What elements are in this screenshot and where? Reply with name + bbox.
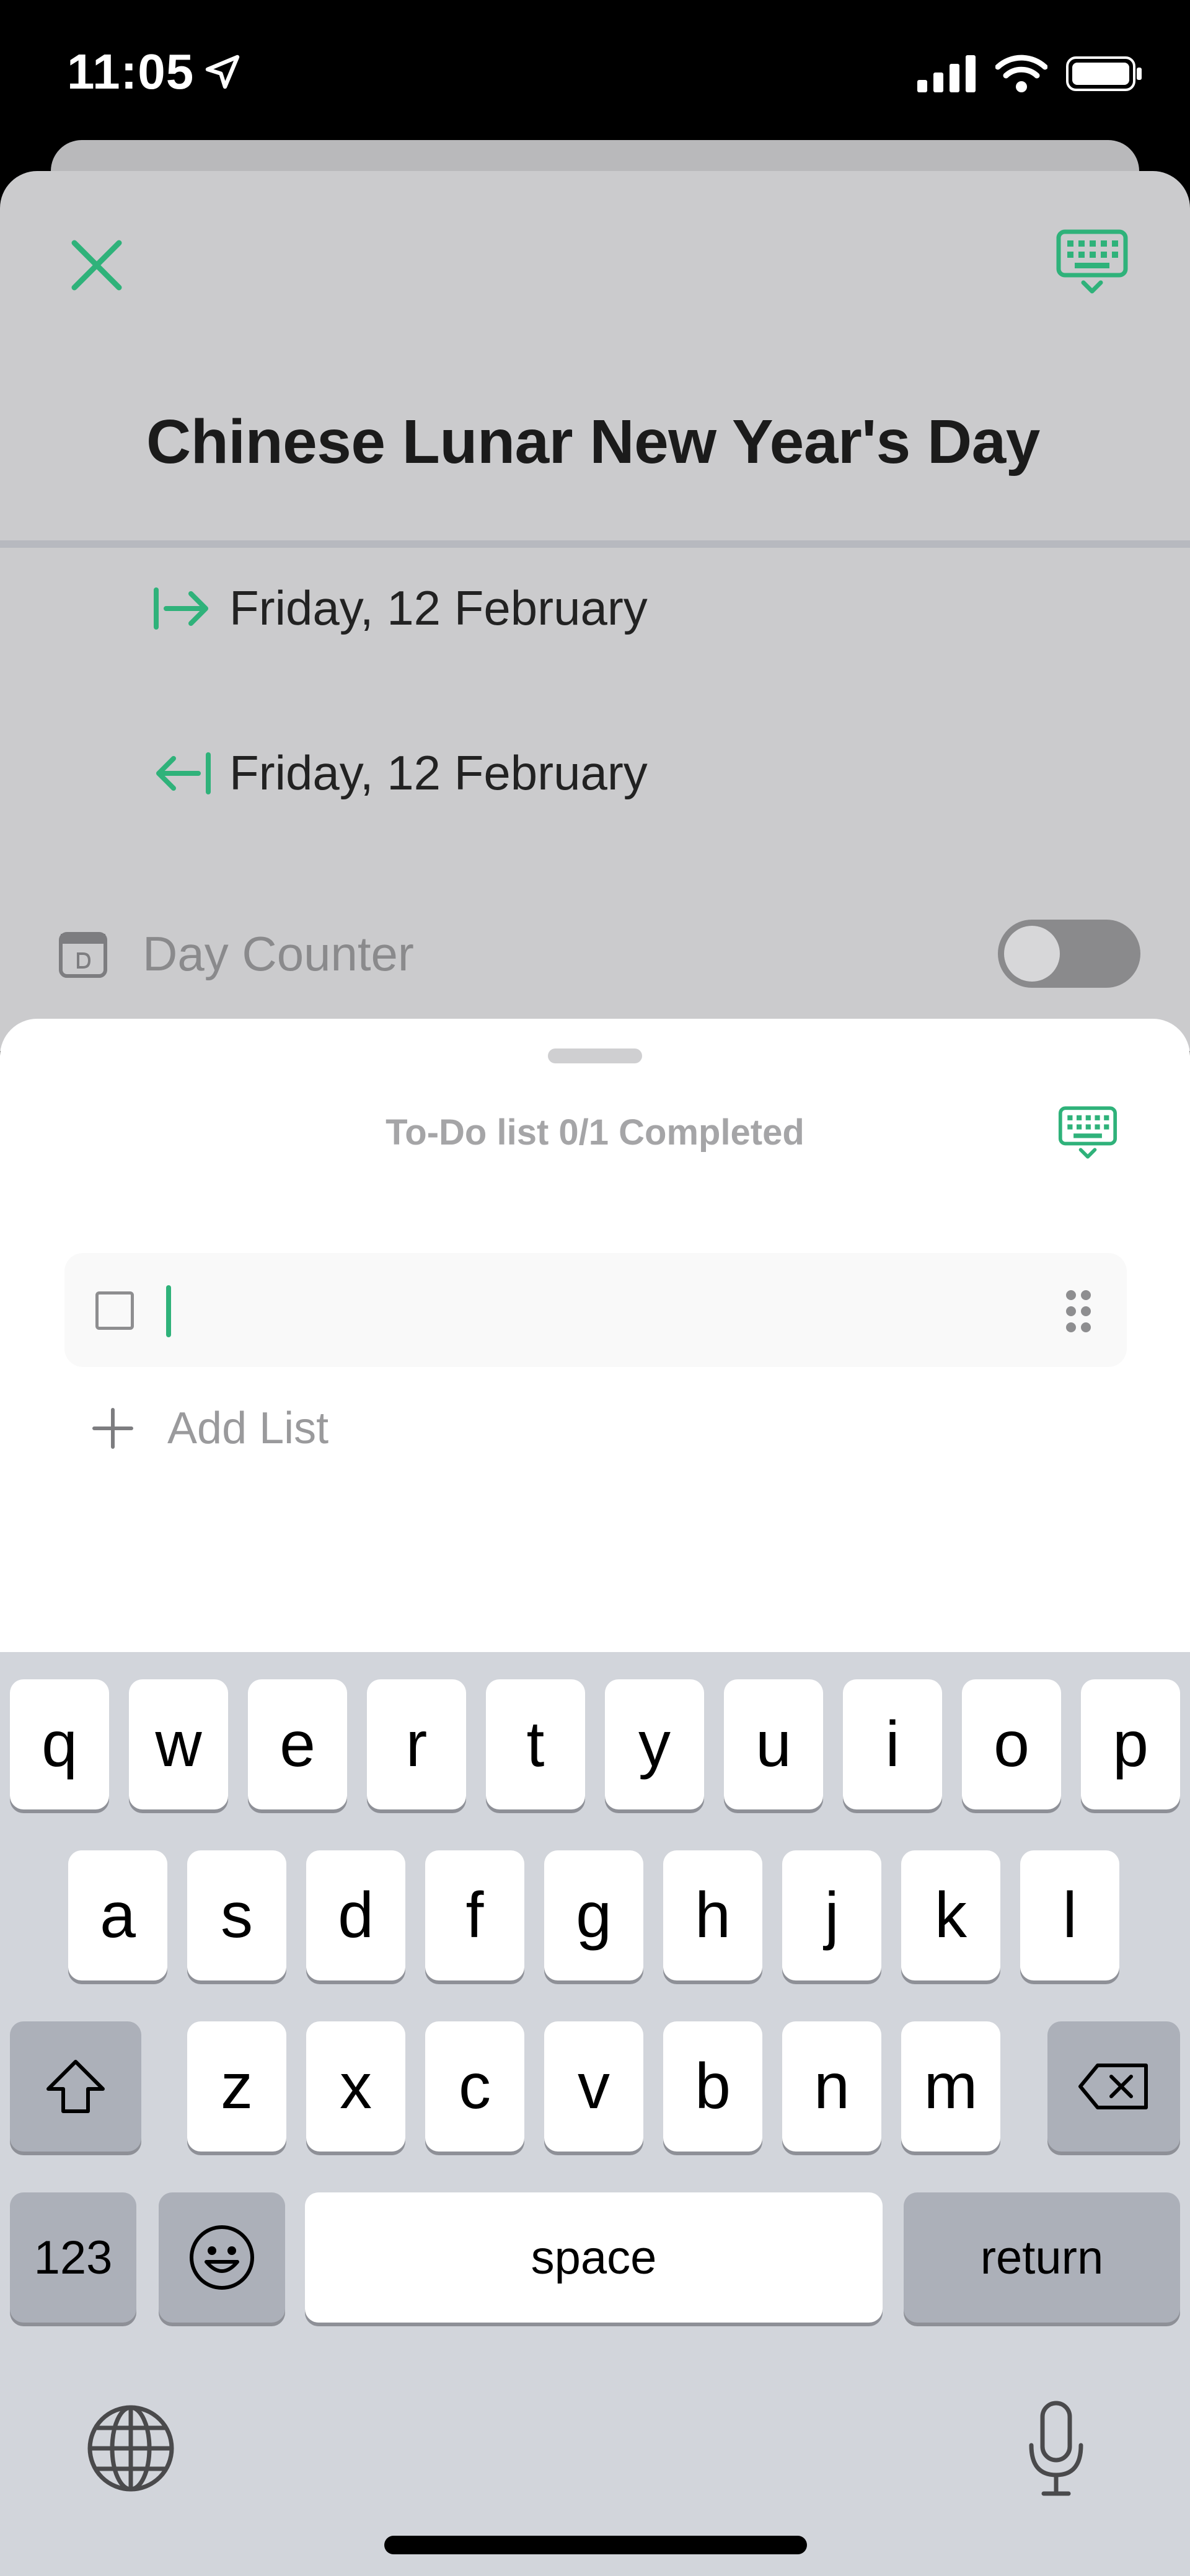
toggle-knob [1004, 926, 1060, 982]
shift-icon [46, 2060, 105, 2113]
key-p[interactable]: p [1081, 1679, 1180, 1809]
status-time: 11:05 [67, 43, 242, 100]
key-d[interactable]: d [306, 1850, 405, 1980]
key-e[interactable]: e [248, 1679, 347, 1809]
key-z[interactable]: z [187, 2021, 286, 2152]
event-title[interactable]: Chinese Lunar New Year's Day [146, 407, 1040, 478]
keyboard: q w e r t y u i o p a s d f g h j k l z … [0, 1652, 1190, 2576]
key-t[interactable]: t [486, 1679, 585, 1809]
key-v[interactable]: v [544, 2021, 643, 2152]
hide-keyboard-button[interactable] [1049, 223, 1135, 304]
globe-icon[interactable] [86, 2403, 176, 2494]
start-date-icon [154, 587, 208, 630]
text-caret [166, 1285, 171, 1337]
add-list-button[interactable]: Add List [92, 1403, 328, 1454]
key-h[interactable]: h [663, 1850, 762, 1980]
close-button[interactable] [60, 228, 134, 302]
return-key[interactable]: return [904, 2192, 1180, 2323]
key-b[interactable]: b [663, 2021, 762, 2152]
key-k[interactable]: k [901, 1850, 1000, 1980]
key-s[interactable]: s [187, 1850, 286, 1980]
hide-keyboard-button-todo[interactable] [1047, 1097, 1128, 1171]
emoji-key[interactable] [159, 2192, 285, 2323]
key-i[interactable]: i [843, 1679, 942, 1809]
key-c[interactable]: c [425, 2021, 524, 2152]
home-indicator[interactable] [384, 2536, 807, 2554]
todo-checkbox[interactable] [95, 1291, 134, 1330]
key-y[interactable]: y [605, 1679, 704, 1809]
status-time-text: 11:05 [67, 44, 195, 99]
key-l[interactable]: l [1020, 1850, 1119, 1980]
key-x[interactable]: x [306, 2021, 405, 2152]
status-icons [917, 55, 1143, 93]
todo-title: To-Do list 0/1 Completed [386, 1112, 804, 1153]
day-counter-label: Day Counter [143, 926, 414, 981]
todo-item [64, 1253, 1127, 1367]
location-arrow-icon [206, 55, 240, 89]
key-w[interactable]: w [129, 1679, 228, 1809]
drag-handle-icon[interactable] [1060, 1286, 1097, 1336]
wifi-icon [995, 55, 1047, 92]
todo-sheet: To-Do list 0/1 Completed Add List [0, 1019, 1190, 1657]
plus-icon [92, 1408, 133, 1449]
space-key[interactable]: space [305, 2192, 883, 2323]
key-j[interactable]: j [782, 1850, 881, 1980]
key-q[interactable]: q [10, 1679, 109, 1809]
day-counter-icon [59, 932, 107, 978]
day-counter-toggle[interactable] [998, 920, 1140, 988]
delete-key[interactable] [1047, 2021, 1180, 2152]
battery-icon [1066, 56, 1142, 91]
emoji-icon [190, 2225, 254, 2290]
key-a[interactable]: a [68, 1850, 167, 1980]
backspace-icon [1078, 2064, 1148, 2109]
close-icon [71, 240, 122, 291]
key-f[interactable]: f [425, 1850, 524, 1980]
start-date-text: Friday, 12 February [229, 581, 648, 635]
key-u[interactable]: u [724, 1679, 823, 1809]
numbers-key[interactable]: 123 [10, 2192, 136, 2323]
key-o[interactable]: o [962, 1679, 1061, 1809]
todo-item-input[interactable] [164, 1278, 1031, 1342]
event-sheet: Chinese Lunar New Year's Day Friday, 12 … [0, 171, 1190, 1051]
end-date-text: Friday, 12 February [229, 745, 648, 800]
key-r[interactable]: r [367, 1679, 466, 1809]
sheet-grabber[interactable] [548, 1048, 642, 1063]
keyboard-dismiss-icon [1058, 1106, 1117, 1159]
key-n[interactable]: n [782, 2021, 881, 2152]
end-date-row[interactable]: Friday, 12 February [152, 745, 648, 801]
keyboard-dismiss-icon [1056, 229, 1128, 294]
signal-icon [917, 55, 976, 92]
start-date-row[interactable]: Friday, 12 February [152, 580, 648, 636]
add-list-label: Add List [167, 1404, 329, 1453]
shift-key[interactable] [10, 2021, 141, 2152]
microphone-icon[interactable] [1025, 2399, 1087, 2499]
key-m[interactable]: m [901, 2021, 1000, 2152]
end-date-icon [156, 752, 211, 794]
day-counter-row: Day Counter [58, 920, 1140, 988]
key-g[interactable]: g [544, 1850, 643, 1980]
status-bar: 11:05 [0, 0, 1190, 149]
title-divider [0, 540, 1190, 548]
